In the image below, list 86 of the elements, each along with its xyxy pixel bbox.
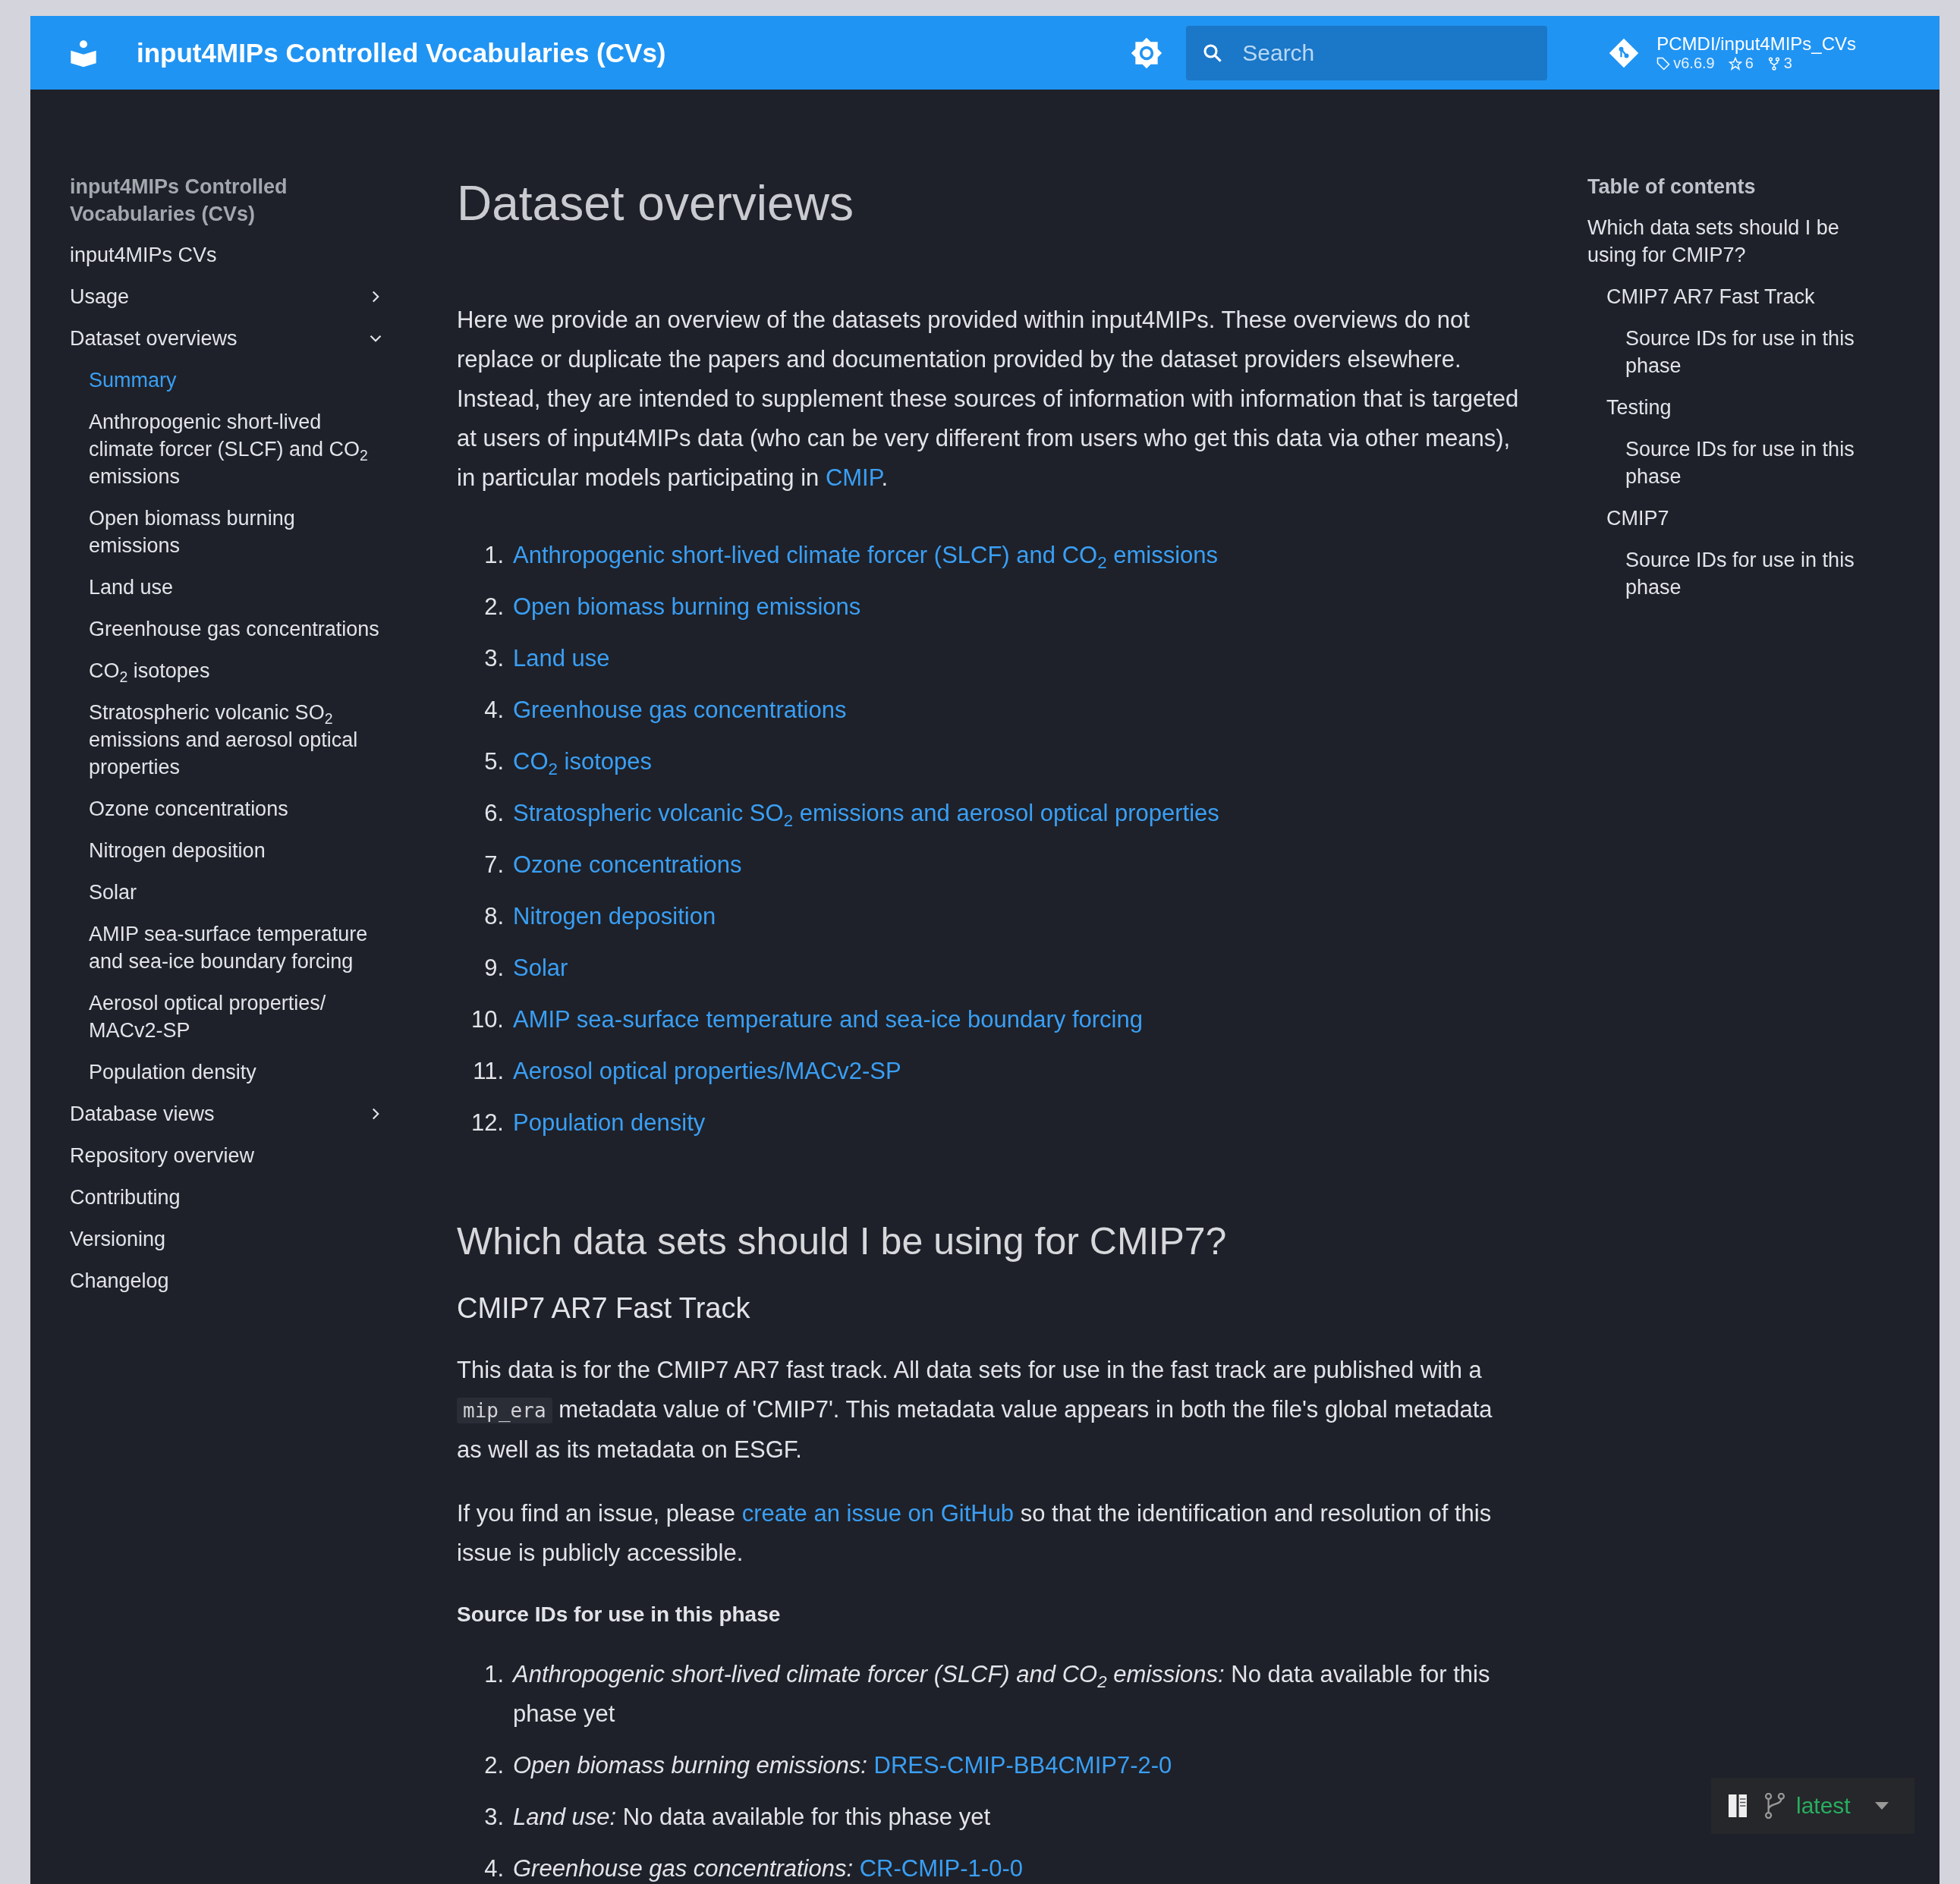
source-id-link[interactable]: DRES-CMIP-BB4CMIP7-2-0 <box>873 1752 1172 1779</box>
nav-item[interactable]: Database views <box>70 1100 389 1128</box>
dataset-link[interactable]: Solar <box>513 948 568 988</box>
toc-link[interactable]: Source IDs for use in this phase <box>1587 325 1883 379</box>
toc-link[interactable]: CMIP7 AR7 Fast Track <box>1587 283 1883 310</box>
nav-item[interactable]: Stratospheric volcanic SO$_{2}$ emissions and aerosol optical properties <box>70 699 389 781</box>
list-number: 4. <box>483 1854 505 1883</box>
nav-item[interactable]: Aerosol optical properties/ MACv2-SP <box>70 989 389 1044</box>
list-number: 3. <box>483 1803 505 1832</box>
nav-item[interactable]: Repository overview <box>70 1142 389 1169</box>
text-link[interactable]: CMIP <box>825 464 882 491</box>
paragraph: This data is for the CMIP7 AR7 fast track. All data sets for use in the fast track are published with a mip_era metadata value of 'CMIP7'. This metadata value appears in both the file's global metadata as well as its metadata on ESGF. <box>457 1356 1493 1464</box>
branch-icon <box>1764 1793 1785 1819</box>
toc-link[interactable]: Testing <box>1587 394 1883 421</box>
nav-item[interactable]: Population density <box>70 1058 389 1086</box>
list-number: 12. <box>470 1109 505 1137</box>
star-icon <box>1728 56 1742 71</box>
list-number: 7. <box>483 851 505 879</box>
text-link[interactable]: create an issue on GitHub <box>741 1500 1015 1527</box>
git-icon <box>1608 36 1641 69</box>
nav-item[interactable]: Ozone concentrations <box>70 795 389 822</box>
fork-icon <box>1767 56 1781 71</box>
nav-item[interactable]: Contributing <box>70 1184 389 1211</box>
dataset-link[interactable]: Population density <box>513 1103 706 1143</box>
intro-paragraph: Here we provide an overview of the datasets provided within input4MIPs. These overviews do not replace or duplicate the papers and documentation provided by the dataset providers elsewhere. Instead, they are intended to supplement these sources of information with information that is targeted at users of input4MIPs data (who can be very different from users who get this data via other means), in particular models participating in CMIP. <box>457 306 1519 492</box>
nav-item[interactable]: Usage <box>70 283 389 310</box>
caret-icon <box>1873 1801 1890 1811</box>
list-number: 2. <box>483 593 505 621</box>
paragraph: If you find an issue, please create an issue on GitHub so that the identification and resolution of this issue is publicly accessible. <box>457 1499 1493 1568</box>
nav-item[interactable]: Greenhouse gas concentrations <box>70 615 389 643</box>
dataset-link[interactable]: Aerosol optical properties/MACv2-SP <box>513 1052 901 1091</box>
nav-item[interactable]: Open biomass burning emissions <box>70 505 389 559</box>
toc-link[interactable]: Source IDs for use in this phase <box>1587 436 1883 490</box>
nav-item[interactable]: CO$_{2}$ isotopes <box>70 657 389 684</box>
nav-item[interactable]: Solar <box>70 879 389 906</box>
dataset-link[interactable]: Land use <box>513 639 610 678</box>
toc-title: Table of contents <box>1587 175 1757 200</box>
list-text: Greenhouse gas concentrations: CR-CMIP-1-0-0 <box>513 1854 1024 1883</box>
list-number: 11. <box>472 1057 505 1086</box>
nav-item[interactable]: Versioning <box>70 1225 389 1253</box>
brightness-icon[interactable] <box>1130 36 1164 70</box>
inline-code: mip_era <box>457 1398 552 1423</box>
list-number: 8. <box>483 902 505 931</box>
dataset-link[interactable]: Anthropogenic short-lived climate forcer (SLCF) and CO$_{2}$ emissions <box>513 536 1218 575</box>
list-number: 2. <box>483 1751 505 1780</box>
toc-link[interactable]: Source IDs for use in this phase <box>1587 546 1883 601</box>
list-number: 3. <box>483 644 505 673</box>
search-bar[interactable]: Search <box>1186 25 1548 80</box>
list-number: 1. <box>483 1660 505 1689</box>
dataset-link[interactable]: AMIP sea-surface temperature and sea-ice boundary forcing <box>513 1000 1143 1040</box>
list-number: 4. <box>483 696 505 725</box>
page-title: Dataset overviews <box>457 175 854 232</box>
list-text: Open biomass burning emissions: DRES-CMIP-BB4CMIP7-2-0 <box>513 1751 1173 1780</box>
dataset-link[interactable]: Stratospheric volcanic SO$_{2}$ emissions and aerosol optical properties <box>513 794 1219 833</box>
nav-item[interactable]: AMIP sea-surface temperature and sea-ice boundary forcing <box>70 920 389 975</box>
book-icon[interactable] <box>1726 1792 1749 1820</box>
list-number: 6. <box>483 799 505 828</box>
list-number: 10. <box>470 1005 505 1034</box>
section-heading: Which data sets should I be using for CMIP7? <box>457 1219 1228 1264</box>
sidebar-title: input4MIPs Controlled Vocabularies (CVs) <box>70 175 288 227</box>
subsection-heading: CMIP7 AR7 Fast Track <box>457 1291 751 1326</box>
nav-item[interactable]: Land use <box>70 574 389 601</box>
nav-item[interactable]: Anthropogenic short-lived climate forcer (SLCF) and CO$_{2}$ emissions <box>70 408 389 490</box>
nav-item[interactable]: input4MIPs CVs <box>70 241 389 269</box>
list-text: Land use: No data available for this phase yet <box>513 1803 992 1832</box>
site-title: input4MIPs Controlled Vocabularies (CVs) <box>137 37 667 68</box>
version-selector[interactable]: latest <box>1764 1793 1890 1819</box>
list-number: 9. <box>483 954 505 983</box>
search-field[interactable]: Search <box>1241 39 1533 67</box>
list-number: 1. <box>483 541 505 570</box>
nav-item[interactable]: Summary <box>70 366 389 394</box>
dataset-link[interactable]: Nitrogen deposition <box>513 897 716 936</box>
nav-item[interactable]: Changelog <box>70 1267 389 1294</box>
toc-link[interactable]: CMIP7 <box>1587 505 1883 532</box>
source-id-link[interactable]: CR-CMIP-1-0-0 <box>859 1855 1023 1882</box>
dataset-link[interactable]: Greenhouse gas concentrations <box>513 690 847 730</box>
nav-item[interactable]: Dataset overviews <box>70 325 389 352</box>
dataset-link[interactable]: CO$_{2}$ isotopes <box>513 742 652 782</box>
tag-icon <box>1656 56 1671 71</box>
nav-item[interactable]: Nitrogen deposition <box>70 837 389 864</box>
list-number: 5. <box>483 747 505 776</box>
list-text: Anthropogenic short-lived climate forcer (SLCF) and CO$_{2}$ emissions: No data available for this phase yet <box>513 1660 1491 1728</box>
dataset-link[interactable]: Ozone concentrations <box>513 845 742 885</box>
toc-link[interactable]: Which data sets should I be using for CMIP7? <box>1587 214 1883 269</box>
minor-heading: Source IDs for use in this phase <box>457 1602 782 1628</box>
dataset-link[interactable]: Open biomass burning emissions <box>513 587 861 627</box>
